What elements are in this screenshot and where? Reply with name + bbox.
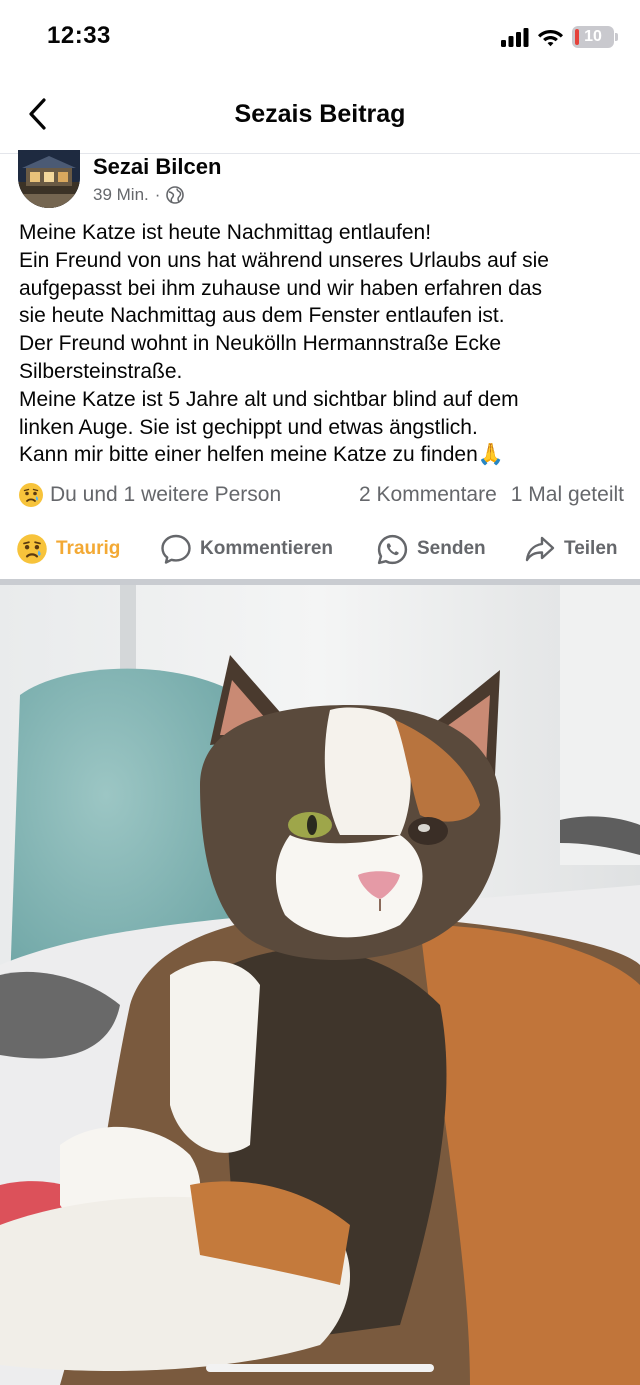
comment-icon: [161, 534, 191, 564]
signal-icon: [501, 28, 529, 47]
status-icons: 10: [501, 26, 618, 48]
comment-button[interactable]: Kommentieren: [160, 526, 333, 572]
whatsapp-icon: [377, 534, 408, 564]
send-label: Senden: [417, 538, 486, 559]
share-arrow-icon: [525, 536, 555, 562]
status-bar: 12:33 10: [0, 0, 640, 80]
shares-count[interactable]: 1 Mal geteilt: [511, 483, 624, 507]
battery-icon: 10: [572, 26, 618, 48]
post-line: aufgepasst bei ihm zuhause und wir haben…: [19, 276, 543, 300]
globe-icon: [166, 186, 185, 204]
send-button[interactable]: Senden: [376, 526, 486, 572]
author-name[interactable]: Sezai Bilcen: [93, 154, 221, 180]
post-meta: 39 Min. ·: [93, 185, 185, 205]
comments-count[interactable]: 2 Kommentare: [359, 483, 497, 507]
avatar[interactable]: [18, 150, 80, 208]
post-line: Der Freund wohnt in Neukölln Hermannstra…: [19, 332, 502, 356]
post-header: Sezai Bilcen 39 Min. ·: [0, 150, 640, 214]
post-time[interactable]: 39 Min.: [93, 185, 149, 205]
post-line: Ein Freund von uns hat während unseres U…: [19, 248, 549, 272]
reaction-label: Traurig: [56, 538, 121, 559]
post-line: Meine Katze ist 5 Jahre alt und sichtbar…: [19, 387, 519, 411]
reactions-summary-row: Du und 1 weitere Person 2 Kommentare 1 M…: [18, 480, 624, 510]
nav-bar: Sezais Beitrag: [0, 80, 640, 154]
post-line: Silbersteinstraße.: [19, 359, 183, 383]
status-time: 12:33: [47, 22, 111, 49]
post-line: Meine Katze ist heute Nachmittag entlauf…: [19, 221, 432, 244]
sad-face-icon: [17, 534, 47, 564]
share-button[interactable]: Teilen: [524, 526, 618, 572]
wifi-icon: [538, 30, 563, 47]
sad-reaction-icon: [18, 482, 44, 508]
meta-separator: ·: [154, 185, 161, 204]
comment-label: Kommentieren: [200, 538, 334, 559]
reaction-button[interactable]: Traurig: [16, 526, 120, 572]
share-label: Teilen: [564, 538, 618, 559]
post-line: Kann mir bitte einer helfen meine Katze …: [19, 443, 504, 467]
reaction-summary[interactable]: Du und 1 weitere Person: [50, 483, 281, 507]
post-line: sie heute Nachmittag aus dem Fenster ent…: [19, 304, 505, 328]
post-text: Meine Katze ist heute Nachmittag entlauf…: [19, 219, 624, 469]
home-indicator[interactable]: [206, 1364, 434, 1372]
post-actions: Traurig Kommentieren Senden Teilen: [0, 526, 640, 572]
post-photo[interactable]: [0, 585, 640, 1385]
page-title: Sezais Beitrag: [234, 100, 406, 128]
post-line: linken Auge. Sie ist gechippt und etwas …: [19, 415, 478, 439]
battery-level: 10: [584, 28, 602, 45]
